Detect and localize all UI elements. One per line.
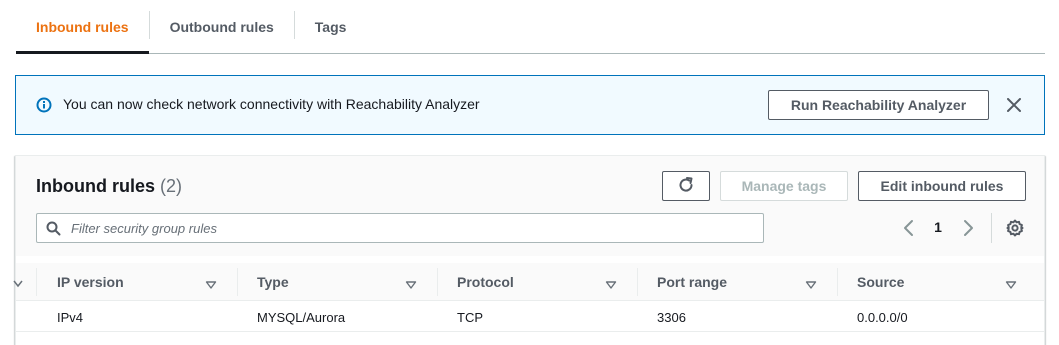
caret-down-icon (605, 277, 617, 289)
chevron-left-icon[interactable] (901, 218, 917, 238)
caret-down-icon (205, 277, 217, 289)
column-header-port-range[interactable]: Port range (637, 263, 837, 301)
column-header-type[interactable]: Type (237, 263, 437, 301)
column-header-label: Type (257, 274, 289, 290)
tab-bar: Inbound rules Outbound rules Tags (16, 0, 1045, 54)
cell-ip-version: IPv4 (57, 309, 84, 325)
tab-label: Tags (314, 18, 347, 35)
run-reachability-analyzer-button[interactable]: Run Reachability Analyzer (768, 90, 989, 120)
info-banner: You can now check network connectivity w… (15, 75, 1045, 135)
inbound-rules-panel: Inbound rules (2) Manage tags Edit inbou… (13, 155, 1045, 345)
table-row[interactable]: IPv4 MYSQL/Aurora TCP 3306 0.0.0.0/0 (16, 302, 1044, 332)
gear-icon[interactable] (1005, 218, 1025, 238)
tab-inbound-rules[interactable]: Inbound rules (16, 0, 149, 54)
chevron-right-icon[interactable] (960, 218, 976, 238)
search-field (36, 213, 764, 243)
refresh-icon (677, 176, 695, 197)
tab-label: Outbound rules (169, 18, 274, 35)
tab-outbound-rules[interactable]: Outbound rules (150, 0, 294, 53)
caret-down-icon (1005, 277, 1017, 289)
column-header-label: Port range (657, 274, 728, 290)
column-header-protocol[interactable]: Protocol (437, 263, 637, 301)
panel-header: Inbound rules (2) Manage tags Edit inbou… (16, 156, 1044, 256)
table-header: IP version Type Protocol Port range Sour… (13, 263, 1044, 301)
cell-protocol: TCP (457, 309, 483, 325)
panel-title: Inbound rules (2) (36, 176, 182, 197)
rule-count: (2) (160, 176, 183, 196)
search-input[interactable] (69, 215, 749, 241)
cell-port-range: 3306 (657, 309, 686, 325)
panel-title-text: Inbound rules (36, 176, 155, 196)
caret-down-icon (405, 277, 417, 289)
caret-down-icon (805, 277, 817, 289)
edit-inbound-rules-button[interactable]: Edit inbound rules (858, 171, 1026, 201)
caret-down-icon[interactable] (12, 276, 24, 288)
cell-source: 0.0.0.0/0 (857, 309, 908, 325)
column-header-label: IP version (57, 274, 124, 290)
column-header-source[interactable]: Source (837, 263, 1037, 301)
tab-tags[interactable]: Tags (295, 0, 367, 53)
search-icon (46, 221, 61, 236)
current-page[interactable]: 1 (930, 219, 946, 235)
column-header-ip-version[interactable]: IP version (37, 263, 237, 301)
column-header-label: Source (857, 274, 905, 290)
cell-type: MYSQL/Aurora (257, 309, 346, 325)
column-header-label: Protocol (457, 274, 514, 290)
pager-divider (991, 213, 992, 243)
info-icon (36, 97, 52, 113)
tab-label: Inbound rules (36, 18, 129, 35)
banner-message: You can now check network connectivity w… (63, 96, 480, 112)
close-icon[interactable] (1004, 95, 1024, 115)
refresh-button[interactable] (662, 171, 710, 201)
manage-tags-button[interactable]: Manage tags (720, 171, 848, 201)
